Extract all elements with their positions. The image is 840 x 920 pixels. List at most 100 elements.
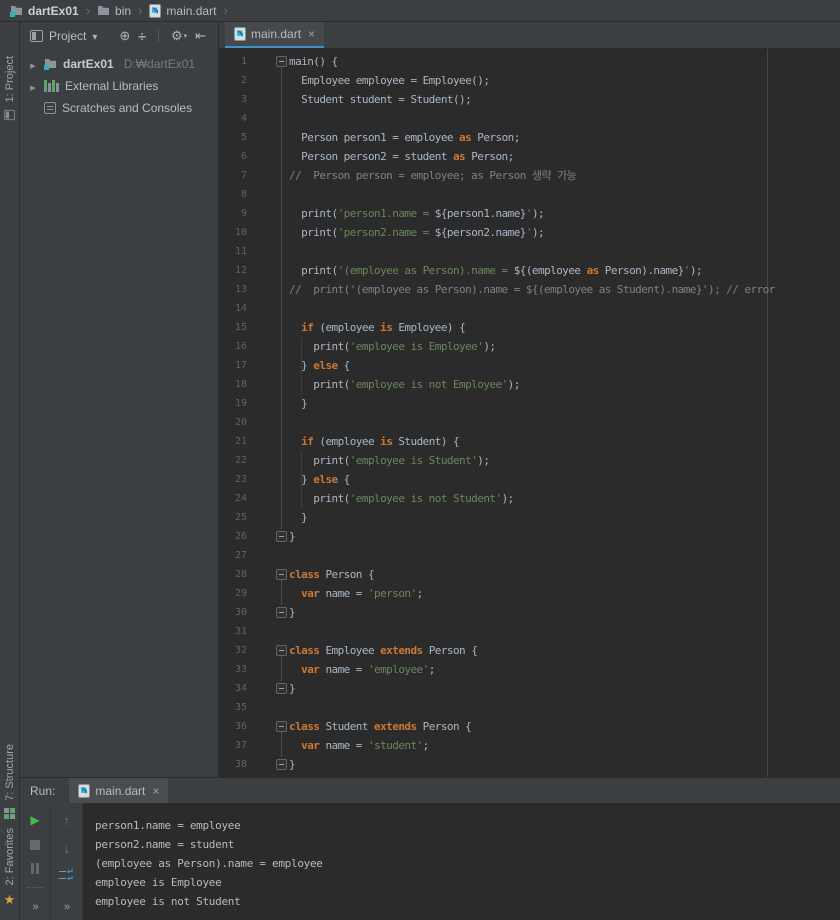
tree-item[interactable]: External Libraries bbox=[20, 75, 218, 97]
line-number[interactable]: 36 bbox=[219, 717, 247, 736]
code-line: 14 bbox=[219, 299, 840, 318]
code-text: // print('(employee as Person).name = ${… bbox=[289, 283, 775, 296]
tree-item[interactable]: Scratches and Consoles bbox=[20, 97, 218, 119]
console-line: (employee as Person).name = employee bbox=[95, 857, 323, 870]
code-line: 3 Student student = Student(); bbox=[219, 90, 840, 109]
line-number[interactable]: 37 bbox=[219, 736, 247, 755]
tool-window-button-structure[interactable]: 7: Structure bbox=[0, 744, 19, 819]
collapse-all-icon[interactable] bbox=[138, 28, 146, 44]
gutter-fold-column bbox=[247, 109, 289, 128]
fold-open-icon[interactable] bbox=[276, 56, 287, 67]
fold-close-icon[interactable] bbox=[276, 759, 287, 770]
fold-close-icon[interactable] bbox=[276, 683, 287, 694]
code-line: 22 print('employee is Student'); bbox=[219, 451, 840, 470]
line-number[interactable]: 29 bbox=[219, 584, 247, 603]
code-text: print('person1.name = ${person1.name}'); bbox=[289, 207, 545, 220]
code-line: 1 main() { bbox=[219, 52, 840, 71]
run-panel-header: Run: main.dart × bbox=[20, 778, 840, 803]
editor-tab-main-dart[interactable]: main.dart × bbox=[225, 22, 325, 48]
breadcrumb-item[interactable]: bin bbox=[95, 4, 133, 18]
divider bbox=[157, 29, 159, 42]
up-arrow-icon[interactable] bbox=[63, 813, 70, 828]
line-number[interactable]: 24 bbox=[219, 489, 247, 508]
code-line: 10 print('person2.name = ${person2.name}… bbox=[219, 223, 840, 242]
line-number[interactable]: 14 bbox=[219, 299, 247, 318]
breadcrumb-item[interactable]: main.dart bbox=[147, 3, 218, 18]
breadcrumb-item[interactable]: dartEx01 bbox=[8, 4, 81, 18]
line-number[interactable]: 8 bbox=[219, 185, 247, 204]
line-number[interactable]: 31 bbox=[219, 622, 247, 641]
line-number[interactable]: 20 bbox=[219, 413, 247, 432]
line-number[interactable]: 21 bbox=[219, 432, 247, 451]
line-number[interactable]: 30 bbox=[219, 603, 247, 622]
line-number[interactable]: 26 bbox=[219, 527, 247, 546]
tree-item[interactable]: dartEx01 D:₩dartEx01 bbox=[20, 53, 218, 75]
line-number[interactable]: 17 bbox=[219, 356, 247, 375]
line-number[interactable]: 23 bbox=[219, 470, 247, 489]
line-number[interactable]: 18 bbox=[219, 375, 247, 394]
code-text: var name = 'student'; bbox=[301, 739, 429, 752]
line-number[interactable]: 7 bbox=[219, 166, 247, 185]
settings-icon[interactable] bbox=[171, 28, 187, 44]
tool-window-button-favorites[interactable]: 2: Favorites bbox=[0, 828, 19, 908]
overflow-icon[interactable] bbox=[32, 901, 37, 913]
chevron-right-icon bbox=[84, 3, 92, 18]
overflow-icon[interactable] bbox=[64, 901, 69, 913]
line-number[interactable]: 9 bbox=[219, 204, 247, 223]
line-number[interactable]: 28 bbox=[219, 565, 247, 584]
line-number[interactable]: 34 bbox=[219, 679, 247, 698]
code-text: } bbox=[289, 511, 308, 524]
line-number[interactable]: 19 bbox=[219, 394, 247, 413]
line-number[interactable]: 10 bbox=[219, 223, 247, 242]
line-number[interactable]: 11 bbox=[219, 242, 247, 261]
fold-close-icon[interactable] bbox=[276, 607, 287, 618]
code-line: 18 print('employee is not Employee'); bbox=[219, 375, 840, 394]
line-number[interactable]: 3 bbox=[219, 90, 247, 109]
chevron-right-icon bbox=[221, 3, 229, 18]
expand-arrow-icon[interactable] bbox=[26, 79, 40, 93]
close-tab-icon[interactable]: × bbox=[152, 784, 159, 798]
hide-sidebar-icon[interactable] bbox=[195, 28, 206, 44]
line-number[interactable]: 4 bbox=[219, 109, 247, 128]
line-number[interactable]: 1 bbox=[219, 52, 247, 71]
project-panel-title[interactable]: Project bbox=[49, 29, 86, 43]
gutter-fold-column bbox=[247, 641, 289, 660]
code-line: 23 } else { bbox=[219, 470, 840, 489]
code-text: } bbox=[289, 682, 296, 695]
locate-icon[interactable] bbox=[119, 28, 130, 44]
line-number[interactable]: 27 bbox=[219, 546, 247, 565]
line-number[interactable]: 38 bbox=[219, 755, 247, 774]
run-tab-main-dart[interactable]: main.dart × bbox=[69, 778, 169, 803]
line-number[interactable]: 6 bbox=[219, 147, 247, 166]
gutter-fold-column bbox=[247, 546, 289, 565]
pause-icon[interactable] bbox=[30, 862, 40, 875]
code-line: 24 print('employee is not Student'); bbox=[219, 489, 840, 508]
line-number[interactable]: 15 bbox=[219, 318, 247, 337]
code-line: 32 class Employee extends Person { bbox=[219, 641, 840, 660]
stop-icon[interactable] bbox=[30, 840, 40, 850]
fold-open-icon[interactable] bbox=[276, 721, 287, 732]
fold-open-icon[interactable] bbox=[276, 645, 287, 656]
line-number[interactable]: 16 bbox=[219, 337, 247, 356]
fold-open-icon[interactable] bbox=[276, 569, 287, 580]
line-number[interactable]: 33 bbox=[219, 660, 247, 679]
line-number[interactable]: 25 bbox=[219, 508, 247, 527]
line-number[interactable]: 22 bbox=[219, 451, 247, 470]
line-number[interactable]: 32 bbox=[219, 641, 247, 660]
line-number[interactable]: 35 bbox=[219, 698, 247, 717]
tool-window-button-project[interactable]: 1: Project bbox=[0, 56, 19, 121]
fold-close-icon[interactable] bbox=[276, 531, 287, 542]
chevron-down-icon[interactable] bbox=[92, 29, 97, 43]
line-number[interactable]: 2 bbox=[219, 71, 247, 90]
line-number[interactable]: 12 bbox=[219, 261, 247, 280]
down-arrow-icon[interactable] bbox=[63, 841, 70, 856]
line-number[interactable]: 13 bbox=[219, 280, 247, 299]
code-line: 33 var name = 'employee'; bbox=[219, 660, 840, 679]
close-tab-icon[interactable]: × bbox=[308, 27, 315, 41]
expand-arrow-icon[interactable] bbox=[26, 57, 40, 71]
console-output[interactable]: person1.name = employee person2.name = st… bbox=[83, 803, 840, 920]
line-number[interactable]: 5 bbox=[219, 128, 247, 147]
code-area[interactable]: 1 main() {2 Employee employee = Employee(… bbox=[219, 49, 840, 777]
softwrap-icon[interactable]: ↵ ↵ bbox=[59, 868, 74, 883]
run-icon[interactable] bbox=[30, 813, 39, 827]
